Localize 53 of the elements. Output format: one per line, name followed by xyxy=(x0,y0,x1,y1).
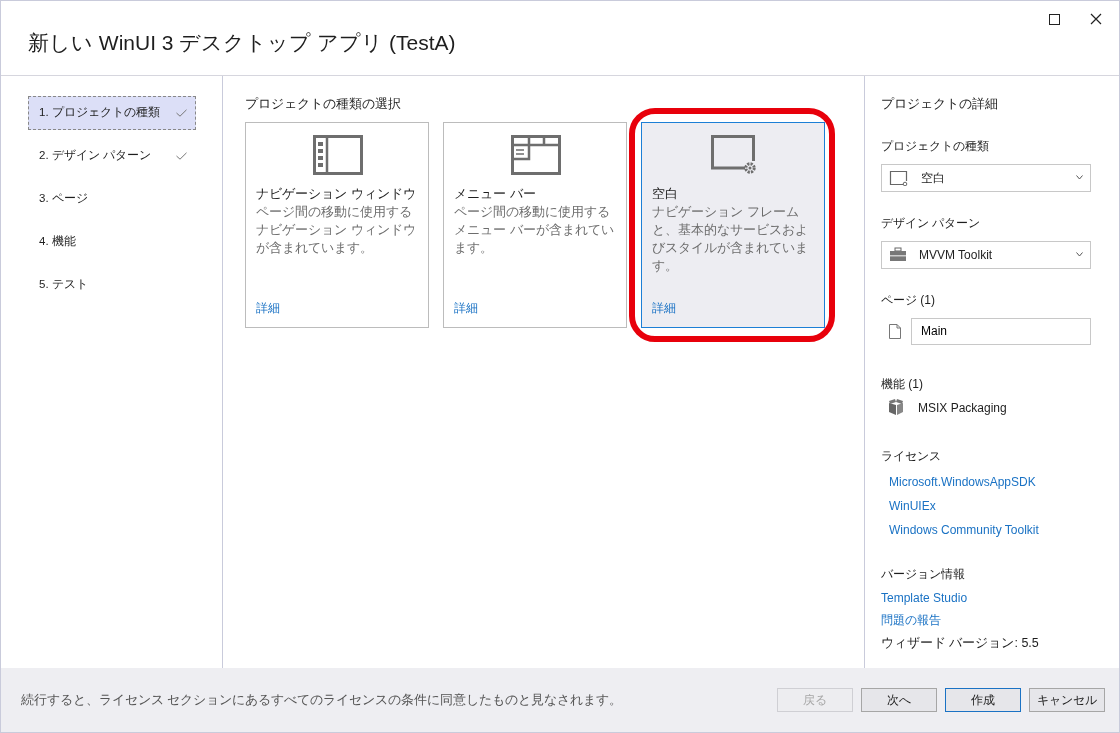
blank-window-icon xyxy=(710,134,757,175)
card-description: ナビゲーション フレームと、基本的なサービスおよびスタイルが含まれています。 xyxy=(652,202,809,276)
package-icon xyxy=(888,399,904,416)
dropdown[interactable]: 空白 xyxy=(881,163,1091,192)
maximize-icon xyxy=(1048,13,1060,25)
template-card[interactable]: ナビゲーション ウィンドウ ページ間の移動に使用するナビゲーション ウィンドウが含まれています。 詳細 xyxy=(245,121,429,328)
card-title: ナビゲーション ウィンドウ xyxy=(256,184,417,203)
chevron-down-icon xyxy=(1076,175,1083,180)
navigation-pane-icon xyxy=(312,134,363,175)
field-label: デザイン パターン xyxy=(881,214,982,232)
details-link[interactable]: 詳細 xyxy=(256,300,280,315)
version-text: ウィザード バージョン: 5.5 xyxy=(881,634,1040,652)
window-title: 新しい WinUI 3 デスクトップ アプリ (TestA) xyxy=(28,30,456,56)
field-label: バージョン情報 xyxy=(881,565,966,583)
field-label: ライセンス xyxy=(881,447,942,465)
chevron-down-icon xyxy=(1076,252,1083,257)
section-heading: プロジェクトの種類の選択 xyxy=(245,95,402,113)
license-link[interactable]: Microsoft.WindowsAppSDK xyxy=(889,474,1036,489)
card-description: ページ間の移動に使用するメニュー バーが含まれています。 xyxy=(454,202,615,257)
feature-name: MSIX Packaging xyxy=(918,399,1007,417)
blank-window-icon xyxy=(889,169,909,186)
license-link[interactable]: Windows Community Toolkit xyxy=(889,522,1039,537)
card-title: 空白 xyxy=(652,184,679,203)
field-label: 機能 (1) xyxy=(881,375,924,393)
page-name-field[interactable]: Main xyxy=(911,317,1091,345)
page-icon xyxy=(889,323,901,339)
footer-button[interactable]: キャンセル xyxy=(1029,688,1105,712)
wizard-step[interactable]: 1. プロジェクトの種類 xyxy=(28,96,196,130)
wizard-step[interactable]: 3. ページ xyxy=(28,182,196,216)
wizard-step[interactable]: 4. 機能 xyxy=(28,225,196,259)
card-description: ページ間の移動に使用するナビゲーション ウィンドウが含まれています。 xyxy=(256,202,417,257)
license-notice: 続行すると、ライセンス セクションにあるすべてのライセンスの条件に同意したものと見なされます。 xyxy=(21,691,623,709)
wizard-step[interactable]: 5. テスト xyxy=(28,268,196,302)
license-link[interactable]: WinUIEx xyxy=(889,498,936,513)
details-link[interactable]: 詳細 xyxy=(454,300,478,315)
dropdown[interactable]: MVVM Toolkit xyxy=(881,240,1091,269)
footer-button[interactable]: 作成 xyxy=(945,688,1021,712)
info-link[interactable]: 問題の報告 xyxy=(881,612,941,627)
details-link[interactable]: 詳細 xyxy=(652,300,676,315)
check-icon xyxy=(176,109,187,117)
panel-heading: プロジェクトの詳細 xyxy=(881,95,999,113)
template-card[interactable]: メニュー バー ページ間の移動に使用するメニュー バーが含まれています。 詳細 xyxy=(443,121,627,328)
toolbox-icon xyxy=(889,247,907,262)
wizard-step[interactable]: 2. デザイン パターン xyxy=(28,139,196,173)
template-card[interactable]: 空白 ナビゲーション フレームと、基本的なサービスおよびスタイルが含まれています。 詳細 xyxy=(641,121,825,328)
info-link[interactable]: Template Studio xyxy=(881,590,968,605)
field-label: ページ (1) xyxy=(881,291,936,309)
card-title: メニュー バー xyxy=(454,184,537,203)
field-label: プロジェクトの種類 xyxy=(881,137,990,155)
footer-button[interactable]: 次へ xyxy=(861,688,937,712)
check-icon xyxy=(176,152,187,160)
menu-bar-icon xyxy=(510,134,561,175)
close-icon xyxy=(1090,13,1102,25)
